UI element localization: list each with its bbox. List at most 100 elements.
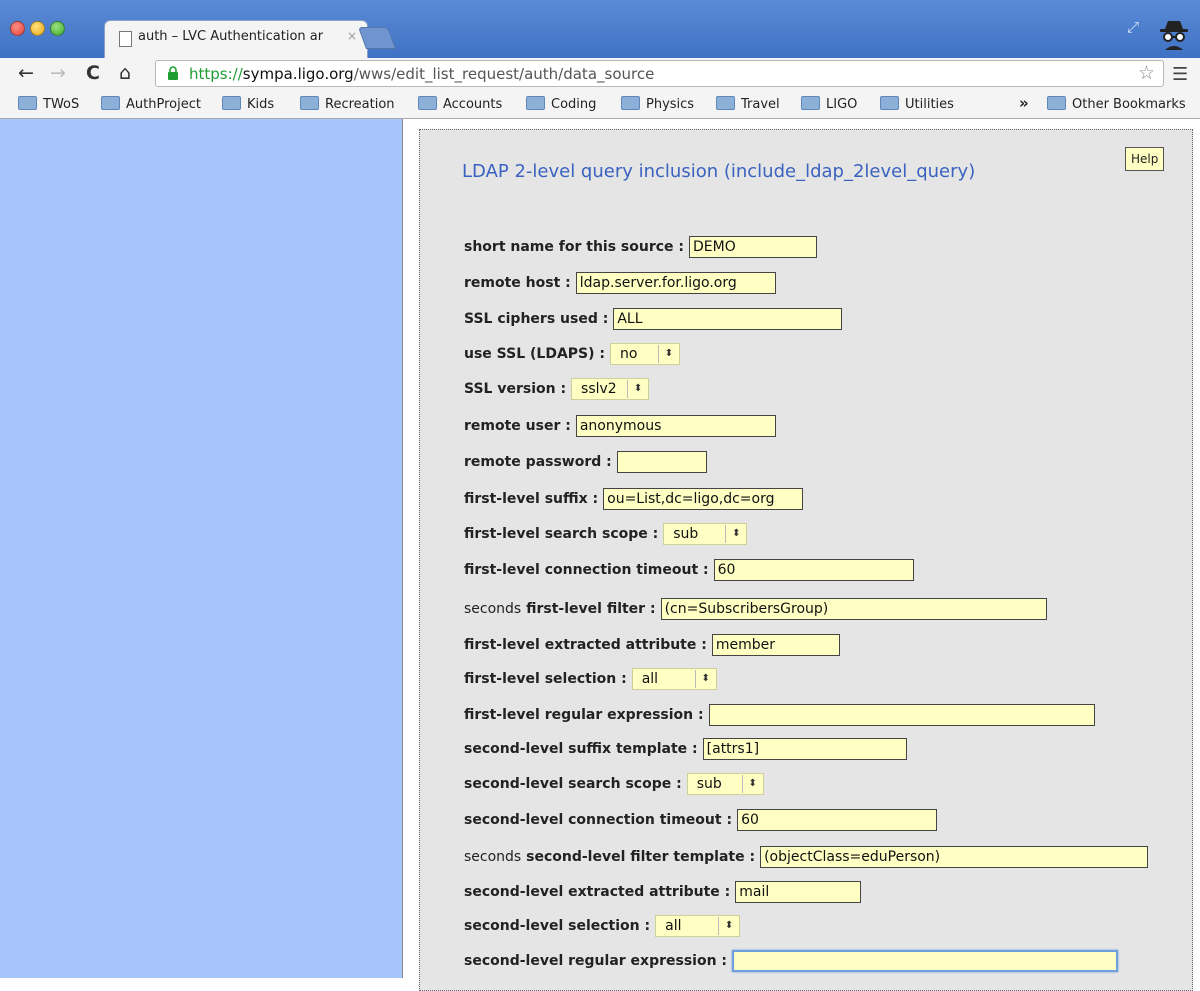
field-label-text: second-level search scope : [464, 776, 682, 792]
folder-icon [222, 96, 241, 110]
folder-icon [621, 96, 640, 110]
reload-button[interactable]: C [86, 62, 100, 84]
bookmark-item[interactable]: AuthProject [101, 96, 201, 112]
field-input[interactable] [689, 236, 818, 258]
field-input[interactable] [708, 704, 1095, 726]
page-content: Help LDAP 2-level query inclusion (inclu… [402, 119, 1200, 991]
field-input[interactable] [760, 846, 1149, 868]
url-scheme: https:// [189, 65, 243, 83]
field-input[interactable] [735, 881, 862, 903]
field-select[interactable]: no ⬍ [610, 343, 680, 365]
field-label: remote password : [464, 454, 612, 470]
updown-chevron-icon: ⬍ [627, 380, 648, 398]
field-input[interactable] [660, 598, 1047, 620]
field-label: first-level regular expression : [464, 707, 704, 723]
tab-bar: auth – LVC Authentication ar × ⤢ [0, 0, 1200, 59]
field-input[interactable] [613, 308, 843, 330]
select-value: sub [696, 776, 722, 792]
field-select[interactable]: all ⬍ [655, 915, 741, 937]
field-input[interactable] [575, 415, 776, 437]
field-label: second-level connection timeout : [464, 812, 732, 828]
home-button[interactable]: ⌂ [119, 62, 131, 84]
bookmark-item[interactable]: Accounts [418, 96, 502, 112]
form-row: SSL version : sslv2 ⬍ [464, 376, 650, 402]
bookmark-item[interactable]: LIGO [801, 96, 857, 112]
field-label: first-level suffix : [464, 491, 598, 507]
folder-icon [18, 96, 37, 110]
bookmark-item[interactable]: Kids [222, 96, 274, 112]
field-label-text: remote user : [464, 418, 571, 434]
back-button[interactable]: ← [18, 62, 34, 84]
field-label: second-level selection : [464, 918, 650, 934]
bookmark-label: TWoS [43, 97, 80, 112]
menu-icon[interactable]: ☰ [1172, 64, 1188, 85]
field-input[interactable] [713, 559, 914, 581]
field-label: SSL version : [464, 381, 566, 397]
forward-button[interactable]: → [50, 62, 66, 84]
field-label-text: SSL version : [464, 381, 567, 397]
bookmark-item[interactable]: TWoS [18, 96, 79, 112]
field-label: first-level selection : [464, 671, 627, 687]
bookmarks-bar: TWoS AuthProject Kids Recreation Account… [0, 90, 1200, 119]
bookmark-item-other[interactable]: Other Bookmarks [1047, 96, 1186, 112]
field-label: first-level search scope : [464, 526, 658, 542]
field-label-text: second-level filter template : [526, 849, 756, 865]
browser-toolbar: ← → C ⌂ https://sympa.ligo.org/wws/edit_… [0, 58, 1200, 90]
folder-icon [716, 96, 735, 110]
field-label: SSL ciphers used : [464, 311, 608, 327]
field-label: second-level suffix template : [464, 741, 698, 757]
field-input[interactable] [732, 950, 1119, 972]
bookmark-label: Utilities [905, 97, 954, 112]
field-input[interactable] [575, 272, 776, 294]
field-input[interactable] [711, 634, 840, 656]
bookmark-item[interactable]: Physics [621, 96, 694, 112]
folder-icon [101, 96, 120, 110]
select-value: sslv2 [581, 381, 617, 397]
zoom-window-button[interactable] [50, 21, 65, 36]
address-bar[interactable]: https://sympa.ligo.org/wws/edit_list_req… [155, 60, 1164, 87]
field-label-prefix: seconds [464, 601, 522, 617]
bookmark-item[interactable]: Recreation [300, 96, 395, 112]
field-input[interactable] [702, 738, 907, 760]
bookmark-star-icon[interactable]: ☆ [1138, 62, 1155, 84]
folder-icon [300, 96, 319, 110]
form-row: first-level connection timeout : [464, 557, 914, 583]
form-row: seconds first-level filter : [464, 596, 1047, 622]
updown-chevron-icon: ⬍ [658, 345, 679, 363]
field-select[interactable]: sub ⬍ [686, 773, 764, 795]
bookmark-item[interactable]: Coding [526, 96, 596, 112]
field-input[interactable] [616, 451, 707, 473]
field-label-text: first-level regular expression : [464, 707, 704, 723]
field-select[interactable]: all ⬍ [631, 668, 717, 690]
bookmark-item[interactable]: Utilities [880, 96, 954, 112]
tab-active[interactable]: auth – LVC Authentication ar × [104, 20, 368, 59]
field-label-text: second-level extracted attribute : [464, 884, 731, 900]
field-label-prefix: seconds [464, 849, 522, 865]
folder-icon [1047, 96, 1066, 110]
field-select[interactable]: sslv2 ⬍ [571, 378, 650, 400]
field-select[interactable]: sub ⬍ [663, 523, 748, 545]
bookmark-label: Physics [646, 97, 695, 112]
field-label-text: first-level search scope : [464, 526, 659, 542]
select-value: no [620, 346, 638, 362]
bookmarks-overflow-icon[interactable]: » [1019, 94, 1029, 112]
fullscreen-icon[interactable]: ⤢ [1127, 18, 1139, 36]
field-label: seconds second-level filter template : [464, 849, 755, 865]
url-text: https://sympa.ligo.org/wws/edit_list_req… [189, 65, 654, 83]
field-label-text: first-level extracted attribute : [464, 637, 707, 653]
form-row: first-level extracted attribute : [464, 632, 840, 658]
field-label-text: use SSL (LDAPS) : [464, 346, 605, 362]
form-row: second-level connection timeout : [464, 807, 938, 833]
field-label: first-level connection timeout : [464, 562, 709, 578]
bookmark-label: Accounts [443, 97, 503, 112]
field-input[interactable] [603, 488, 804, 510]
help-button[interactable]: Help [1125, 147, 1165, 171]
field-input[interactable] [737, 809, 938, 831]
minimize-window-button[interactable] [30, 21, 45, 36]
tab-close-icon[interactable]: × [347, 29, 357, 43]
bookmark-label: Other Bookmarks [1072, 97, 1186, 112]
bookmark-item[interactable]: Travel [716, 96, 780, 112]
close-window-button[interactable] [10, 21, 25, 36]
updown-chevron-icon: ⬍ [718, 917, 739, 935]
field-label: second-level regular expression : [464, 953, 727, 969]
